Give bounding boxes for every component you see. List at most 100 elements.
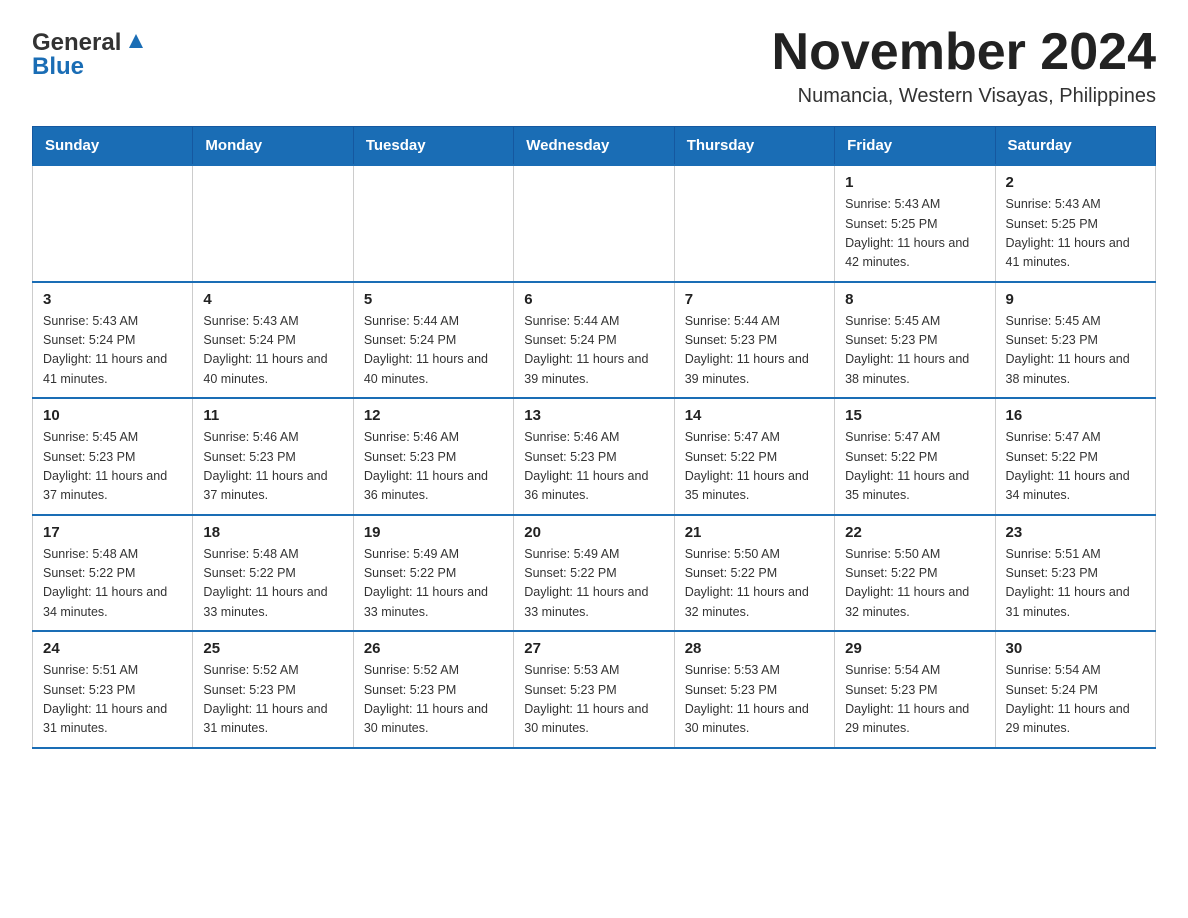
logo-triangle-icon [125, 30, 147, 57]
calendar-cell: 22 Sunrise: 5:50 AM Sunset: 5:22 PM Dayli… [835, 515, 995, 632]
calendar-cell: 21 Sunrise: 5:50 AM Sunset: 5:22 PM Dayli… [674, 515, 834, 632]
day-number: 24 [43, 640, 182, 657]
col-saturday: Saturday [995, 127, 1155, 166]
day-number: 28 [685, 640, 824, 657]
logo-blue-text: Blue [32, 53, 84, 81]
calendar-cell: 8 Sunrise: 5:45 AM Sunset: 5:23 PM Daylig… [835, 282, 995, 399]
day-number: 7 [685, 291, 824, 308]
day-info: Sunrise: 5:51 AM Sunset: 5:23 PM Dayligh… [43, 661, 182, 739]
day-info: Sunrise: 5:49 AM Sunset: 5:22 PM Dayligh… [364, 545, 503, 623]
calendar-cell: 28 Sunrise: 5:53 AM Sunset: 5:23 PM Dayli… [674, 631, 834, 748]
day-info: Sunrise: 5:48 AM Sunset: 5:22 PM Dayligh… [203, 545, 342, 623]
day-number: 14 [685, 407, 824, 424]
day-number: 8 [845, 291, 984, 308]
calendar-week-row: 10 Sunrise: 5:45 AM Sunset: 5:23 PM Dayli… [33, 398, 1156, 515]
col-sunday: Sunday [33, 127, 193, 166]
day-number: 2 [1006, 174, 1145, 191]
calendar-cell [514, 165, 674, 282]
calendar-cell [353, 165, 513, 282]
col-tuesday: Tuesday [353, 127, 513, 166]
day-info: Sunrise: 5:43 AM Sunset: 5:24 PM Dayligh… [203, 312, 342, 390]
day-info: Sunrise: 5:51 AM Sunset: 5:23 PM Dayligh… [1006, 545, 1145, 623]
day-number: 21 [685, 524, 824, 541]
calendar-cell: 7Sunrise: 5:44 AM Sunset: 5:23 PM Daylig… [674, 282, 834, 399]
day-number: 9 [1006, 291, 1145, 308]
calendar-week-row: 17 Sunrise: 5:48 AM Sunset: 5:22 PM Dayli… [33, 515, 1156, 632]
calendar-cell: 1Sunrise: 5:43 AM Sunset: 5:25 PM Daylig… [835, 165, 995, 282]
day-number: 13 [524, 407, 663, 424]
day-number: 20 [524, 524, 663, 541]
day-number: 16 [1006, 407, 1145, 424]
day-info: Sunrise: 5:48 AM Sunset: 5:22 PM Dayligh… [43, 545, 182, 623]
day-number: 17 [43, 524, 182, 541]
calendar-cell: 29Sunrise: 5:54 AM Sunset: 5:23 PM Dayli… [835, 631, 995, 748]
calendar-cell: 2 Sunrise: 5:43 AM Sunset: 5:25 PM Daylig… [995, 165, 1155, 282]
day-info: Sunrise: 5:43 AM Sunset: 5:25 PM Dayligh… [1006, 195, 1145, 273]
day-info: Sunrise: 5:45 AM Sunset: 5:23 PM Dayligh… [43, 428, 182, 506]
day-number: 10 [43, 407, 182, 424]
calendar-cell: 14Sunrise: 5:47 AM Sunset: 5:22 PM Dayli… [674, 398, 834, 515]
day-number: 12 [364, 407, 503, 424]
calendar-week-row: 3 Sunrise: 5:43 AM Sunset: 5:24 PM Daylig… [33, 282, 1156, 399]
calendar-cell [33, 165, 193, 282]
day-info: Sunrise: 5:50 AM Sunset: 5:22 PM Dayligh… [685, 545, 824, 623]
calendar-cell: 26 Sunrise: 5:52 AM Sunset: 5:23 PM Dayli… [353, 631, 513, 748]
day-number: 18 [203, 524, 342, 541]
day-number: 25 [203, 640, 342, 657]
calendar-cell: 27Sunrise: 5:53 AM Sunset: 5:23 PM Dayli… [514, 631, 674, 748]
day-number: 22 [845, 524, 984, 541]
calendar-cell: 16 Sunrise: 5:47 AM Sunset: 5:22 PM Dayli… [995, 398, 1155, 515]
day-info: Sunrise: 5:53 AM Sunset: 5:23 PM Dayligh… [685, 661, 824, 739]
month-title: November 2024 [772, 24, 1156, 81]
day-number: 3 [43, 291, 182, 308]
day-info: Sunrise: 5:53 AM Sunset: 5:23 PM Dayligh… [524, 661, 663, 739]
calendar-cell: 18 Sunrise: 5:48 AM Sunset: 5:22 PM Dayli… [193, 515, 353, 632]
day-info: Sunrise: 5:50 AM Sunset: 5:22 PM Dayligh… [845, 545, 984, 623]
calendar-cell: 6 Sunrise: 5:44 AM Sunset: 5:24 PM Daylig… [514, 282, 674, 399]
day-info: Sunrise: 5:46 AM Sunset: 5:23 PM Dayligh… [524, 428, 663, 506]
calendar-cell: 3 Sunrise: 5:43 AM Sunset: 5:24 PM Daylig… [33, 282, 193, 399]
col-monday: Monday [193, 127, 353, 166]
day-number: 19 [364, 524, 503, 541]
calendar-cell: 23 Sunrise: 5:51 AM Sunset: 5:23 PM Dayli… [995, 515, 1155, 632]
day-info: Sunrise: 5:47 AM Sunset: 5:22 PM Dayligh… [1006, 428, 1145, 506]
title-section: November 2024 Numancia, Western Visayas,… [772, 24, 1156, 108]
day-number: 5 [364, 291, 503, 308]
day-number: 6 [524, 291, 663, 308]
calendar-cell [193, 165, 353, 282]
calendar-header-row: Sunday Monday Tuesday Wednesday Thursday… [33, 127, 1156, 166]
calendar-cell: 13 Sunrise: 5:46 AM Sunset: 5:23 PM Dayli… [514, 398, 674, 515]
day-info: Sunrise: 5:47 AM Sunset: 5:22 PM Dayligh… [845, 428, 984, 506]
day-number: 30 [1006, 640, 1145, 657]
day-number: 11 [203, 407, 342, 424]
day-info: Sunrise: 5:46 AM Sunset: 5:23 PM Dayligh… [203, 428, 342, 506]
calendar-cell [674, 165, 834, 282]
calendar-cell: 15Sunrise: 5:47 AM Sunset: 5:22 PM Dayli… [835, 398, 995, 515]
day-number: 1 [845, 174, 984, 191]
calendar-cell: 5 Sunrise: 5:44 AM Sunset: 5:24 PM Daylig… [353, 282, 513, 399]
calendar-cell: 19 Sunrise: 5:49 AM Sunset: 5:22 PM Dayli… [353, 515, 513, 632]
day-number: 4 [203, 291, 342, 308]
calendar-cell: 17 Sunrise: 5:48 AM Sunset: 5:22 PM Dayli… [33, 515, 193, 632]
day-number: 26 [364, 640, 503, 657]
day-info: Sunrise: 5:43 AM Sunset: 5:24 PM Dayligh… [43, 312, 182, 390]
day-number: 23 [1006, 524, 1145, 541]
day-info: Sunrise: 5:44 AM Sunset: 5:24 PM Dayligh… [364, 312, 503, 390]
calendar-table: Sunday Monday Tuesday Wednesday Thursday… [32, 126, 1156, 749]
logo: General Blue [32, 28, 147, 81]
col-friday: Friday [835, 127, 995, 166]
calendar-cell: 30 Sunrise: 5:54 AM Sunset: 5:24 PM Dayli… [995, 631, 1155, 748]
day-info: Sunrise: 5:44 AM Sunset: 5:24 PM Dayligh… [524, 312, 663, 390]
col-wednesday: Wednesday [514, 127, 674, 166]
col-thursday: Thursday [674, 127, 834, 166]
day-info: Sunrise: 5:52 AM Sunset: 5:23 PM Dayligh… [364, 661, 503, 739]
calendar-cell: 9 Sunrise: 5:45 AM Sunset: 5:23 PM Daylig… [995, 282, 1155, 399]
day-info: Sunrise: 5:46 AM Sunset: 5:23 PM Dayligh… [364, 428, 503, 506]
day-number: 29 [845, 640, 984, 657]
day-info: Sunrise: 5:45 AM Sunset: 5:23 PM Dayligh… [845, 312, 984, 390]
day-info: Sunrise: 5:54 AM Sunset: 5:24 PM Dayligh… [1006, 661, 1145, 739]
day-info: Sunrise: 5:45 AM Sunset: 5:23 PM Dayligh… [1006, 312, 1145, 390]
calendar-cell: 24 Sunrise: 5:51 AM Sunset: 5:23 PM Dayli… [33, 631, 193, 748]
day-info: Sunrise: 5:49 AM Sunset: 5:22 PM Dayligh… [524, 545, 663, 623]
calendar-cell: 11 Sunrise: 5:46 AM Sunset: 5:23 PM Dayli… [193, 398, 353, 515]
